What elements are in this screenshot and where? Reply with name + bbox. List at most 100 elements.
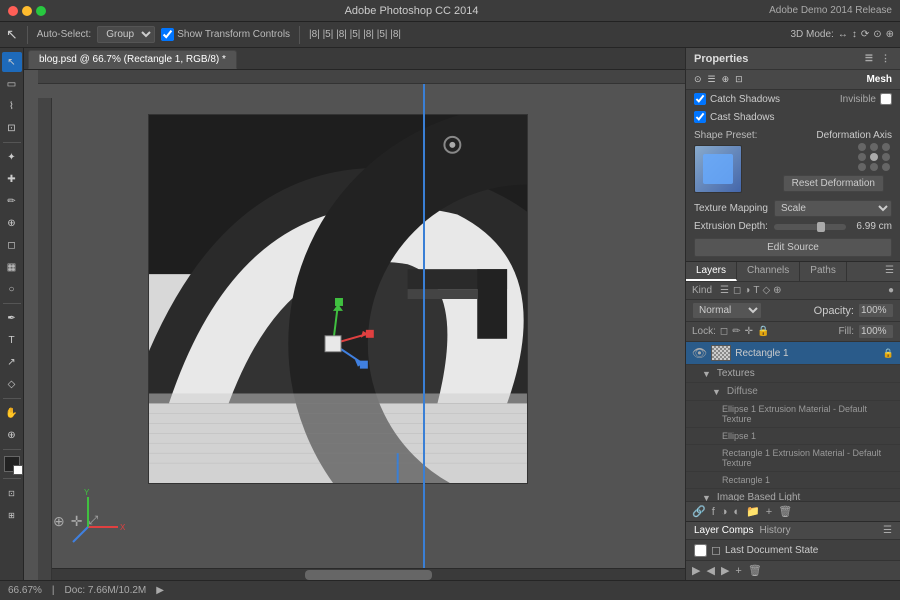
background-color[interactable]	[13, 465, 23, 475]
tool-move[interactable]: ↖	[2, 52, 22, 72]
canvas-viewport[interactable]: X Y ⊕ ✛ ⤢	[38, 84, 685, 580]
expand-textures[interactable]: ▼	[702, 369, 711, 379]
tool-nav-2[interactable]: ⊞	[2, 505, 22, 525]
layer-comp-item[interactable]: ◻ Last Document State	[686, 540, 900, 560]
add-layer-btn[interactable]: +	[766, 506, 772, 518]
add-adjustment-btn[interactable]: ◐	[733, 506, 740, 518]
show-transform-checkbox[interactable]	[161, 28, 174, 41]
tool-dodge[interactable]: ○	[2, 279, 22, 299]
scene-canvas[interactable]	[148, 114, 528, 484]
mesh-icon-3[interactable]: ⊕	[722, 74, 730, 85]
layer-ellipse1-extrusion[interactable]: Ellipse 1 Extrusion Material - Default T…	[686, 401, 900, 428]
link-layers-btn[interactable]: 🔗	[692, 505, 706, 518]
def-dot-ml[interactable]	[858, 153, 866, 161]
canvas-nav-pan[interactable]: ✛	[71, 513, 83, 530]
3d-mode-icon-3[interactable]: ⟳	[861, 29, 869, 40]
tool-text[interactable]: T	[2, 330, 22, 350]
filter-pixel[interactable]: ◻	[733, 285, 741, 296]
filter-icon[interactable]: ☰	[720, 285, 729, 296]
layer-vis-rectangle1[interactable]: 👁	[692, 346, 707, 360]
tool-clone[interactable]: ⊕	[2, 213, 22, 233]
app-window-controls[interactable]	[8, 6, 46, 16]
invisible-checkbox[interactable]	[880, 93, 892, 105]
delete-layer-btn[interactable]: 🗑	[778, 505, 792, 518]
3d-mode-icon-4[interactable]: ⊙	[873, 29, 881, 40]
next-comp-btn[interactable]: ▶	[721, 564, 729, 577]
layer-comps-tab[interactable]: Layer Comps	[694, 525, 753, 536]
extrusion-slider-thumb[interactable]	[817, 222, 825, 232]
tool-hand[interactable]: ✋	[2, 403, 22, 423]
layers-tab-channels[interactable]: Channels	[737, 262, 800, 281]
shape-preset-preview[interactable]	[694, 145, 742, 193]
def-dot-tc[interactable]	[870, 143, 878, 151]
3d-mode-icon-2[interactable]: ↕	[852, 29, 857, 40]
layer-ellipse1[interactable]: Ellipse 1	[686, 428, 900, 445]
lock-image-icon[interactable]: ✏	[732, 326, 740, 337]
texture-mapping-select[interactable]: Scale Tile	[774, 200, 892, 217]
def-dot-mc[interactable]	[870, 153, 878, 161]
3d-mode-icon-5[interactable]: ⊕	[886, 29, 894, 40]
layers-tab-layers[interactable]: Layers	[686, 262, 737, 281]
auto-select-dropdown[interactable]: Group Layer	[97, 26, 155, 43]
add-style-btn[interactable]: f	[712, 506, 715, 518]
filter-toggle[interactable]: ●	[888, 285, 894, 296]
status-arrow[interactable]: ▶	[156, 585, 164, 596]
layer-textures[interactable]: ▼ Textures	[686, 365, 900, 383]
extrusion-slider[interactable]	[774, 224, 846, 230]
layer-rectangle1[interactable]: 👁 Rectangle 1 🔒	[686, 342, 900, 365]
edit-source-btn[interactable]: Edit Source	[694, 238, 892, 257]
document-tab[interactable]: blog.psd @ 66.7% (Rectangle 1, RGB/8) *	[28, 50, 237, 69]
expand-ibl[interactable]: ▼	[702, 493, 711, 502]
layer-rect1-sub[interactable]: Rectangle 1	[686, 472, 900, 489]
tool-crop[interactable]: ⊡	[2, 118, 22, 138]
def-dot-br[interactable]	[882, 163, 890, 171]
filter-smart[interactable]: ⊕	[773, 285, 781, 296]
mesh-icon-1[interactable]: ⊙	[694, 74, 702, 85]
add-comp-btn[interactable]: +	[735, 565, 741, 577]
layer-rect1-extrusion[interactable]: Rectangle 1 Extrusion Material - Default…	[686, 445, 900, 472]
filter-adjustment[interactable]: ◑	[744, 285, 750, 296]
canvas-scrollbar-h[interactable]	[52, 568, 685, 580]
lock-transparent-icon[interactable]: ◻	[720, 326, 728, 337]
cast-shadows-checkbox[interactable]	[694, 111, 706, 123]
tool-path[interactable]: ↗	[2, 352, 22, 372]
layer-comps-menu[interactable]: ☰	[883, 525, 892, 536]
reset-deformation-btn[interactable]: Reset Deformation	[783, 175, 884, 192]
tool-select-rect[interactable]: ▭	[2, 74, 22, 94]
comp-checkbox[interactable]	[694, 544, 707, 557]
history-tab[interactable]: History	[759, 525, 790, 536]
layer-ibl[interactable]: ▼ Image Based Light	[686, 489, 900, 501]
tool-gradient[interactable]: ▦	[2, 257, 22, 277]
mesh-icon-4[interactable]: ⊡	[735, 74, 743, 85]
expand-diffuse[interactable]: ▼	[712, 387, 721, 397]
add-group-btn[interactable]: 📁	[746, 505, 760, 518]
layer-diffuse[interactable]: ▼ Diffuse	[686, 383, 900, 401]
tool-lasso[interactable]: ⌇	[2, 96, 22, 116]
filter-shape[interactable]: ◇	[762, 285, 770, 296]
tool-zoom[interactable]: ⊕	[2, 425, 22, 445]
fill-input[interactable]	[858, 324, 894, 339]
lock-all-icon[interactable]: 🔒	[757, 326, 769, 337]
tool-eyedropper[interactable]: ✦	[2, 147, 22, 167]
foreground-color[interactable]	[4, 456, 20, 472]
tool-heal[interactable]: ✚	[2, 169, 22, 189]
layers-tab-paths[interactable]: Paths	[800, 262, 847, 281]
prev-comp-btn[interactable]: ◀	[706, 564, 714, 577]
filter-type[interactable]: T	[753, 285, 759, 296]
tool-shape[interactable]: ◇	[2, 374, 22, 394]
canvas-nav-rotate[interactable]: ⊕	[53, 513, 65, 530]
tool-eraser[interactable]: ◻	[2, 235, 22, 255]
tool-brush[interactable]: ✏	[2, 191, 22, 211]
def-dot-bc[interactable]	[870, 163, 878, 171]
delete-comp-btn[interactable]: 🗑	[748, 564, 762, 577]
scrollbar-thumb-h[interactable]	[305, 570, 432, 580]
add-mask-btn[interactable]: ◑	[721, 506, 728, 518]
blend-mode-select[interactable]: Normal Multiply Screen	[692, 302, 762, 319]
mesh-icon-2[interactable]: ☰	[708, 74, 716, 85]
def-dot-mr[interactable]	[882, 153, 890, 161]
def-dot-tr[interactable]	[882, 143, 890, 151]
tool-nav-1[interactable]: ⊡	[2, 483, 22, 503]
canvas-nav-zoom[interactable]: ⤢	[88, 513, 98, 530]
show-transform-label[interactable]: Show Transform Controls	[161, 28, 290, 41]
properties-icon-1[interactable]: ☰	[863, 52, 875, 65]
